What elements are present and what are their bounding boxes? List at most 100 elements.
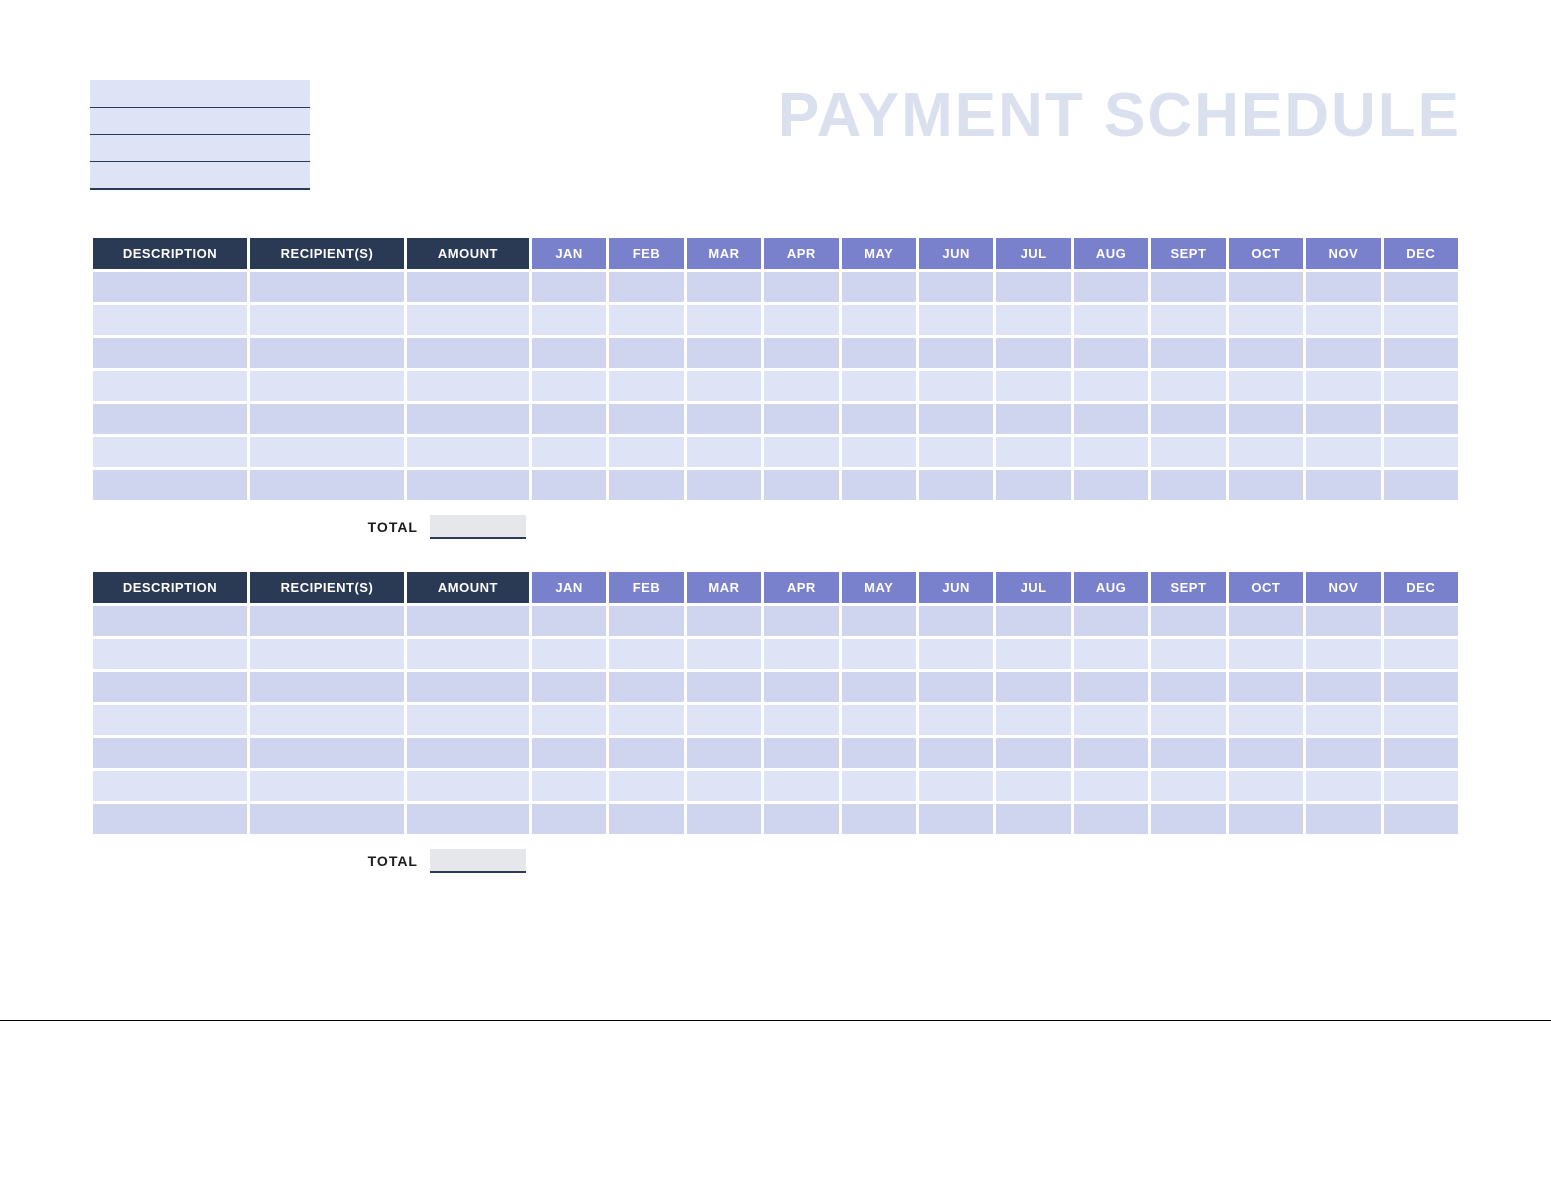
- table-cell[interactable]: [842, 338, 916, 368]
- table-cell[interactable]: [996, 437, 1070, 467]
- table-cell[interactable]: [687, 470, 761, 500]
- table-cell[interactable]: [1306, 437, 1380, 467]
- table-cell[interactable]: [764, 338, 838, 368]
- table-cell[interactable]: [687, 639, 761, 669]
- table-cell[interactable]: [407, 470, 529, 500]
- table-cell[interactable]: [532, 371, 606, 401]
- table-cell[interactable]: [93, 672, 247, 702]
- table-cell[interactable]: [1384, 771, 1459, 801]
- table-cell[interactable]: [764, 639, 838, 669]
- table-cell[interactable]: [1384, 470, 1459, 500]
- table-cell[interactable]: [1229, 437, 1303, 467]
- table-cell[interactable]: [93, 738, 247, 768]
- table-cell[interactable]: [764, 705, 838, 735]
- table-cell[interactable]: [1229, 705, 1303, 735]
- table-cell[interactable]: [1074, 338, 1148, 368]
- table-cell[interactable]: [93, 272, 247, 302]
- table-cell[interactable]: [842, 305, 916, 335]
- table-cell[interactable]: [1229, 738, 1303, 768]
- table-cell[interactable]: [687, 305, 761, 335]
- total-value[interactable]: [430, 849, 526, 873]
- table-cell[interactable]: [93, 639, 247, 669]
- table-cell[interactable]: [1074, 705, 1148, 735]
- table-cell[interactable]: [407, 272, 529, 302]
- table-cell[interactable]: [919, 606, 993, 636]
- table-cell[interactable]: [1384, 639, 1459, 669]
- table-cell[interactable]: [609, 272, 683, 302]
- table-cell[interactable]: [996, 371, 1070, 401]
- table-cell[interactable]: [764, 272, 838, 302]
- table-cell[interactable]: [1306, 371, 1380, 401]
- table-cell[interactable]: [1074, 371, 1148, 401]
- table-cell[interactable]: [687, 338, 761, 368]
- table-cell[interactable]: [1229, 639, 1303, 669]
- table-cell[interactable]: [996, 771, 1070, 801]
- table-cell[interactable]: [1384, 272, 1459, 302]
- table-cell[interactable]: [93, 606, 247, 636]
- table-cell[interactable]: [1306, 272, 1380, 302]
- table-cell[interactable]: [919, 338, 993, 368]
- table-cell[interactable]: [532, 705, 606, 735]
- table-cell[interactable]: [532, 305, 606, 335]
- table-cell[interactable]: [919, 705, 993, 735]
- table-cell[interactable]: [532, 338, 606, 368]
- table-cell[interactable]: [407, 305, 529, 335]
- table-cell[interactable]: [1229, 470, 1303, 500]
- table-cell[interactable]: [609, 338, 683, 368]
- table-cell[interactable]: [1151, 371, 1225, 401]
- table-cell[interactable]: [687, 705, 761, 735]
- table-cell[interactable]: [1151, 705, 1225, 735]
- table-cell[interactable]: [532, 804, 606, 834]
- table-cell[interactable]: [250, 672, 404, 702]
- table-cell[interactable]: [842, 437, 916, 467]
- total-value[interactable]: [430, 515, 526, 539]
- table-cell[interactable]: [1074, 272, 1148, 302]
- table-cell[interactable]: [764, 437, 838, 467]
- table-cell[interactable]: [532, 771, 606, 801]
- table-cell[interactable]: [996, 404, 1070, 434]
- table-cell[interactable]: [687, 771, 761, 801]
- table-cell[interactable]: [842, 639, 916, 669]
- table-cell[interactable]: [1151, 804, 1225, 834]
- table-cell[interactable]: [919, 738, 993, 768]
- table-cell[interactable]: [532, 606, 606, 636]
- table-cell[interactable]: [250, 804, 404, 834]
- table-cell[interactable]: [764, 305, 838, 335]
- table-cell[interactable]: [1384, 404, 1459, 434]
- table-cell[interactable]: [919, 272, 993, 302]
- table-cell[interactable]: [250, 371, 404, 401]
- table-cell[interactable]: [1151, 404, 1225, 434]
- table-cell[interactable]: [250, 404, 404, 434]
- table-cell[interactable]: [93, 804, 247, 834]
- table-cell[interactable]: [919, 672, 993, 702]
- table-cell[interactable]: [919, 305, 993, 335]
- table-cell[interactable]: [687, 437, 761, 467]
- table-cell[interactable]: [1229, 338, 1303, 368]
- table-cell[interactable]: [1151, 771, 1225, 801]
- table-cell[interactable]: [609, 639, 683, 669]
- table-cell[interactable]: [842, 804, 916, 834]
- table-cell[interactable]: [1151, 672, 1225, 702]
- table-cell[interactable]: [532, 738, 606, 768]
- table-cell[interactable]: [1306, 606, 1380, 636]
- table-cell[interactable]: [1074, 305, 1148, 335]
- table-cell[interactable]: [996, 606, 1070, 636]
- table-cell[interactable]: [93, 437, 247, 467]
- table-cell[interactable]: [842, 606, 916, 636]
- table-cell[interactable]: [687, 272, 761, 302]
- table-cell[interactable]: [250, 470, 404, 500]
- table-cell[interactable]: [532, 404, 606, 434]
- table-cell[interactable]: [609, 705, 683, 735]
- table-cell[interactable]: [996, 305, 1070, 335]
- table-cell[interactable]: [1229, 272, 1303, 302]
- table-cell[interactable]: [250, 738, 404, 768]
- table-cell[interactable]: [842, 272, 916, 302]
- table-cell[interactable]: [842, 470, 916, 500]
- table-cell[interactable]: [250, 305, 404, 335]
- table-cell[interactable]: [1384, 672, 1459, 702]
- table-cell[interactable]: [1229, 404, 1303, 434]
- table-cell[interactable]: [1151, 305, 1225, 335]
- table-cell[interactable]: [1074, 470, 1148, 500]
- info-line[interactable]: [90, 161, 310, 188]
- table-cell[interactable]: [919, 371, 993, 401]
